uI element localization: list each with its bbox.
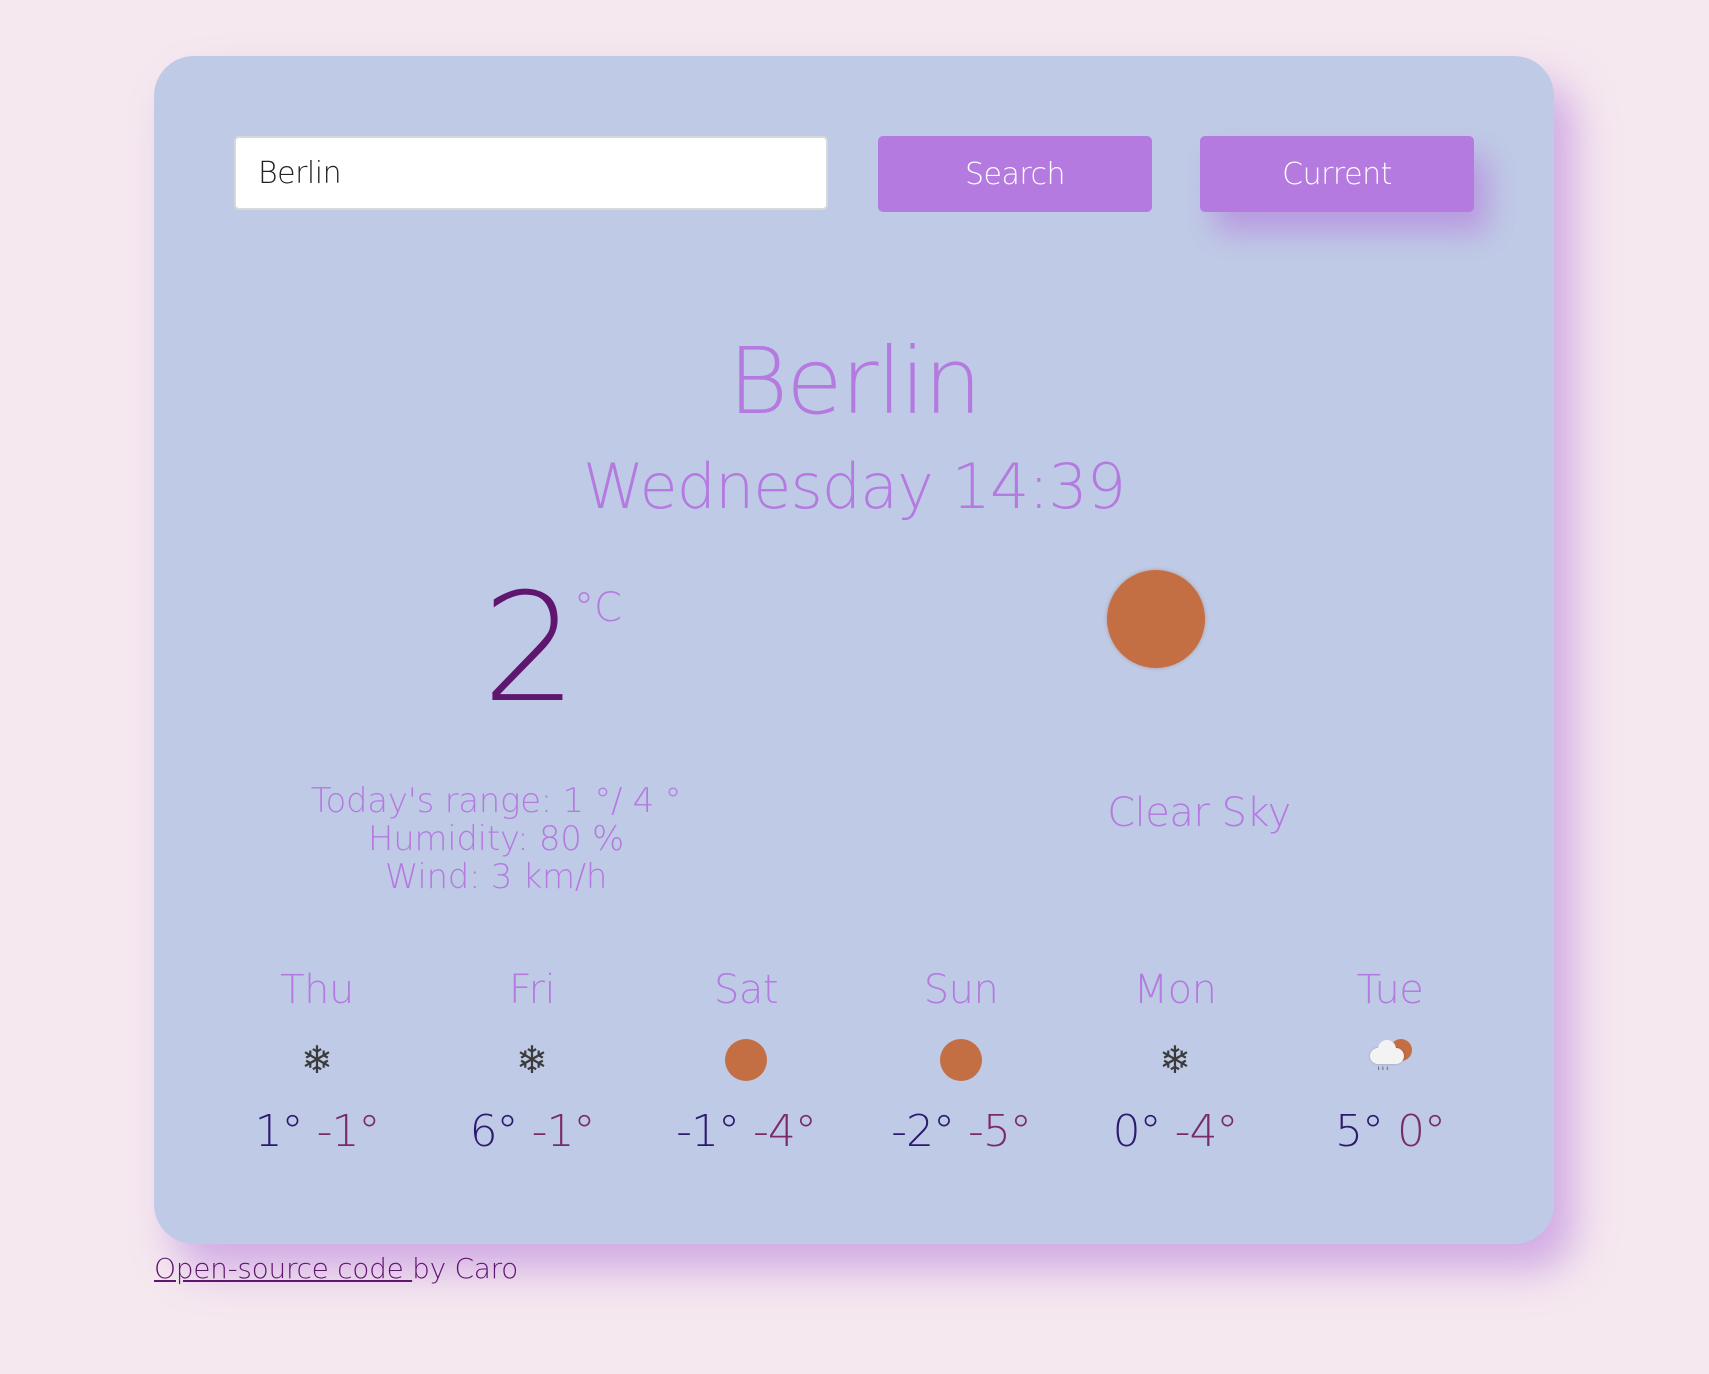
city-search-input[interactable] — [234, 136, 828, 210]
forecast-day: Sun -2° -5° — [871, 968, 1051, 1154]
sun-icon — [725, 1039, 767, 1081]
sun-icon — [940, 1039, 982, 1081]
footer: Open-source code by Caro — [154, 1252, 518, 1285]
forecast-day: Thu ❄ 1° -1° — [227, 968, 407, 1154]
forecast-day: Tue ˈˈˈ 5° 0° — [1300, 968, 1480, 1154]
weather-card: Search Current Berlin Wednesday 14:39 2 … — [154, 56, 1554, 1244]
city-name: Berlin — [727, 328, 982, 435]
current-temperature: 2 — [482, 562, 577, 736]
forecast-day-name: Fri — [508, 967, 556, 1013]
snowflake-icon: ❄ — [1159, 1038, 1191, 1082]
forecast-day: Mon ❄ 0° -4° — [1085, 968, 1265, 1154]
sun-icon — [1107, 570, 1205, 668]
forecast-min-temp: -4° — [1174, 1106, 1239, 1157]
forecast-min-temp: -1° — [316, 1106, 381, 1157]
forecast-max-temp: 0° — [1112, 1106, 1162, 1157]
forecast-day: Fri ❄ 6° -1° — [442, 968, 622, 1154]
forecast-max-temp: -1° — [676, 1106, 740, 1157]
footer-credit: by Caro — [412, 1252, 518, 1285]
forecast-max-temp: -2° — [891, 1106, 955, 1157]
sun-cloud-rain-icon: ˈˈˈ — [1367, 1037, 1413, 1083]
forecast-min-temp: -4° — [753, 1106, 817, 1157]
humidity: Humidity: 80 % — [367, 819, 625, 859]
forecast-day-name: Thu — [280, 967, 354, 1013]
forecast-day: Sat -1° -4° — [656, 968, 836, 1154]
forecast-day-name: Sat — [713, 967, 779, 1013]
wind: Wind: 3 km/h — [384, 857, 608, 897]
temperature-unit: °C — [574, 585, 622, 631]
forecast-day-name: Sun — [923, 967, 999, 1013]
forecast-min-temp: 0° — [1397, 1106, 1446, 1157]
search-button[interactable]: Search — [878, 136, 1152, 212]
forecast-day-name: Mon — [1133, 967, 1217, 1013]
current-location-button[interactable]: Current — [1200, 136, 1474, 212]
current-datetime: Wednesday 14:39 — [582, 450, 1126, 523]
forecast-max-temp: 5° — [1335, 1106, 1384, 1157]
source-code-link[interactable]: Open-source code — [154, 1252, 412, 1285]
forecast-max-temp: 1° — [254, 1106, 304, 1157]
forecast-max-temp: 6° — [469, 1106, 519, 1157]
forecast-min-temp: -5° — [968, 1106, 1032, 1157]
todays-range: Today's range: 1 °/ 4 ° — [310, 781, 682, 821]
forecast: Thu ❄ 1° -1° Fri ❄ 6° -1° Sat -1° -4° Sun -… — [154, 968, 1554, 1188]
snowflake-icon: ❄ — [301, 1038, 333, 1082]
forecast-min-temp: -1° — [531, 1106, 596, 1157]
weather-condition: Clear Sky — [1107, 790, 1291, 836]
forecast-day-name: Tue — [1356, 967, 1424, 1013]
weather-details: Today's range: 1 °/ 4 ° Humidity: 80 % W… — [304, 782, 688, 896]
snowflake-icon: ❄ — [516, 1038, 548, 1082]
